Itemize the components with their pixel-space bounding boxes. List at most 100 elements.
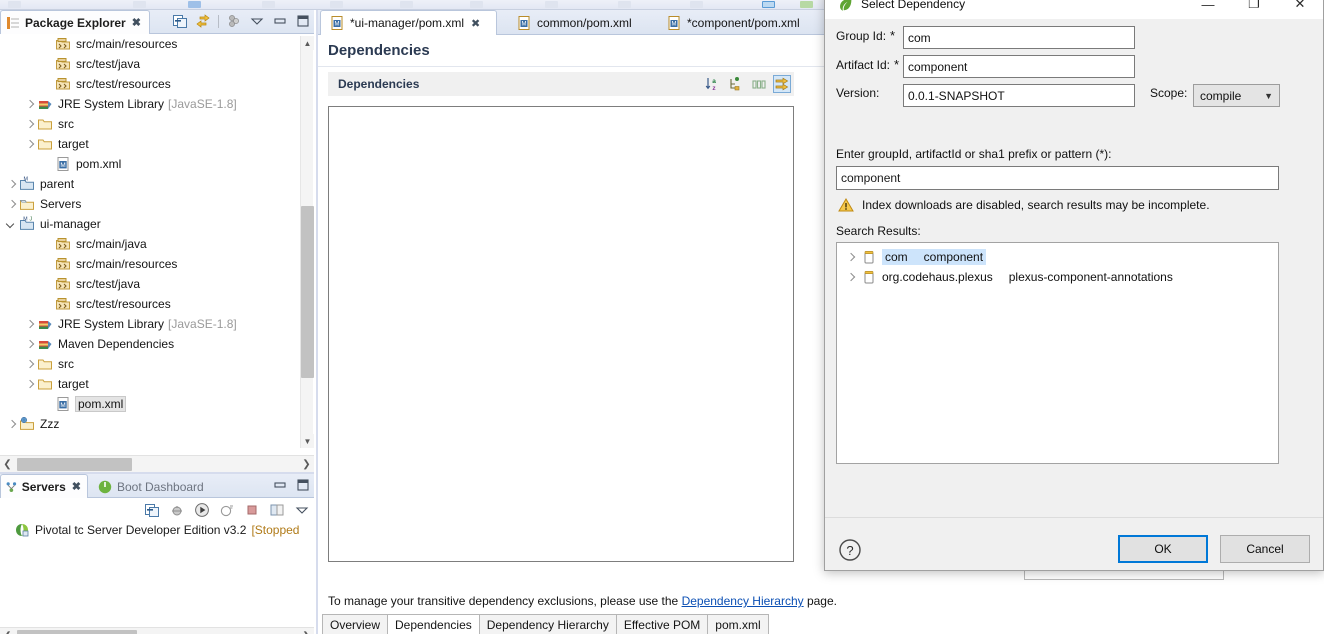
start-server-icon[interactable] [194, 502, 210, 518]
collapse-all-icon[interactable] [172, 13, 188, 29]
tree-item-pom-xml[interactable]: Mpom.xml [0, 394, 314, 414]
collapse-all-icon[interactable] [144, 502, 160, 518]
servers-list[interactable]: Pivotal tc Server Developer Edition v3.2… [0, 520, 314, 624]
maximize-icon[interactable] [295, 477, 311, 493]
scroll-left-arrow[interactable]: ❮ [0, 628, 15, 634]
toolbar-chip[interactable] [330, 1, 343, 8]
ok-button[interactable]: OK [1118, 535, 1208, 563]
tab-pom-xml[interactable]: pom.xml [707, 614, 769, 634]
tree-item-pom-xml[interactable]: Mpom.xml [0, 154, 314, 174]
tree-horizontal-scrollbar[interactable]: ❮ ❯ [0, 455, 314, 472]
chevron-right-icon[interactable] [24, 379, 35, 390]
view-menu-chevron-down-icon[interactable] [294, 502, 310, 518]
editor-tab-component-pom[interactable]: M *component/pom.xml [658, 10, 823, 35]
tree-item-zzz[interactable]: Zzz [0, 414, 314, 434]
tree-item-maven-dependencies[interactable]: Maven Dependencies [0, 334, 314, 354]
tab-servers[interactable]: Servers ✖ [0, 474, 88, 498]
tree-item-src-main-java[interactable]: src/main/java [0, 234, 314, 254]
tree-item-src-test-java[interactable]: src/test/java [0, 274, 314, 294]
tree-item-src-test-java[interactable]: src/test/java [0, 54, 314, 74]
group-id-input[interactable]: com [903, 26, 1135, 49]
chevron-right-icon[interactable] [6, 179, 17, 190]
toolbar-chip[interactable] [133, 1, 146, 8]
tree-item-jre-system-library[interactable]: JRE System Library [JavaSE-1.8] [0, 314, 314, 334]
tree-item-target[interactable]: target [0, 134, 314, 154]
tree-item-src-main-resources[interactable]: src/main/resources [0, 34, 314, 54]
toolbar-chip[interactable] [8, 1, 21, 8]
columns-view-icon[interactable] [751, 76, 767, 92]
chevron-right-icon[interactable] [24, 119, 35, 130]
dialog-titlebar[interactable]: Select Dependency — ❐ ✕ [825, 0, 1323, 19]
chevron-right-icon[interactable] [845, 272, 856, 283]
search-result-row[interactable]: org.codehaus.plexus plexus-component-anno… [837, 267, 1278, 287]
servers-horizontal-scrollbar[interactable]: ❮ ❯ [0, 627, 314, 634]
dependency-hierarchy-link[interactable]: Dependency Hierarchy [682, 594, 804, 608]
tab-overview[interactable]: Overview [322, 614, 389, 634]
toolbar-chip[interactable] [400, 1, 413, 8]
tree-item-src-main-resources[interactable]: src/main/resources [0, 254, 314, 274]
chevron-right-icon[interactable] [24, 139, 35, 150]
tree-item-src-test-resources[interactable]: src/test/resources [0, 74, 314, 94]
tab-boot-dashboard[interactable]: Boot Dashboard [92, 474, 222, 498]
version-input[interactable]: 0.0.1-SNAPSHOT [903, 84, 1135, 107]
package-explorer-tree[interactable]: src/main/resources src/test/java src/test/… [0, 34, 314, 450]
chevron-right-icon[interactable] [845, 252, 856, 263]
close-icon[interactable]: ✖ [471, 17, 480, 30]
chevron-right-icon[interactable] [6, 199, 17, 210]
help-button[interactable]: ? [838, 538, 862, 565]
tab-effective-pom[interactable]: Effective POM [615, 614, 709, 634]
tree-item-target[interactable]: target [0, 374, 314, 394]
tree-item-src-test-resources[interactable]: src/test/resources [0, 294, 314, 314]
flat-tree-toggle-icon[interactable] [773, 75, 791, 93]
scrollbar-thumb[interactable] [17, 630, 137, 634]
close-icon[interactable]: ✖ [72, 480, 81, 493]
server-list-item[interactable]: Pivotal tc Server Developer Edition v3.2… [0, 520, 314, 540]
search-result-row[interactable]: com component [837, 247, 1278, 267]
tab-dependencies[interactable]: Dependencies [387, 614, 480, 634]
minimize-icon[interactable] [272, 477, 288, 493]
tree-item-parent[interactable]: Mparent [0, 174, 314, 194]
minimize-icon[interactable]: — [1185, 0, 1231, 19]
scroll-left-arrow[interactable]: ❮ [0, 456, 15, 473]
view-menu-dots-icon[interactable] [226, 13, 242, 29]
scroll-up-arrow[interactable]: ▲ [301, 36, 314, 50]
view-menu-chevron-down-icon[interactable] [249, 13, 265, 29]
toolbar-chip[interactable] [545, 1, 558, 8]
search-results-list[interactable]: com component org.codehaus.plexus plexus-co… [836, 242, 1279, 464]
toolbar-chip[interactable] [618, 1, 631, 8]
tree-item-jre-system-library[interactable]: JRE System Library [JavaSE-1.8] [0, 94, 314, 114]
toolbar-chip[interactable] [262, 1, 275, 8]
editor-tab-ui-manager-pom[interactable]: M *ui-manager/pom.xml ✖ [320, 10, 497, 35]
scope-select[interactable]: compile ▼ [1193, 84, 1280, 107]
tree-item-ui-manager[interactable]: M Jui-manager [0, 214, 314, 234]
scrollbar-thumb[interactable] [17, 458, 132, 471]
sort-alphabetical-icon[interactable]: a z [705, 76, 721, 92]
scroll-right-arrow[interactable]: ❯ [299, 456, 314, 473]
chevron-down-icon[interactable] [6, 219, 17, 230]
tree-vertical-scrollbar[interactable]: ▲ ▼ [300, 36, 314, 448]
maximize-icon[interactable]: ❐ [1231, 0, 1277, 19]
search-input[interactable]: component [836, 166, 1279, 190]
tab-dependency-hierarchy[interactable]: Dependency Hierarchy [478, 614, 617, 634]
chevron-right-icon[interactable] [24, 99, 35, 110]
tree-item-src[interactable]: src [0, 114, 314, 134]
toolbar-chip[interactable] [690, 1, 703, 8]
toolbar-chip-selected[interactable] [762, 1, 775, 8]
tab-package-explorer[interactable]: Package Explorer ✖ [0, 10, 150, 34]
maximize-icon[interactable] [295, 13, 311, 29]
chevron-right-icon[interactable] [24, 319, 35, 330]
hierarchy-filter-icon[interactable] [728, 76, 744, 92]
scroll-down-arrow[interactable]: ▼ [301, 434, 314, 448]
toolbar-chip[interactable] [188, 1, 201, 8]
chevron-right-icon[interactable] [24, 339, 35, 350]
editor-tab-common-pom[interactable]: M common/pom.xml [508, 10, 653, 35]
scroll-right-arrow[interactable]: ❯ [299, 628, 314, 634]
scrollbar-thumb[interactable] [301, 206, 314, 378]
chevron-right-icon[interactable] [24, 359, 35, 370]
close-icon[interactable]: ✕ [1277, 0, 1323, 19]
minimize-icon[interactable] [272, 13, 288, 29]
tree-item-servers[interactable]: Servers [0, 194, 314, 214]
chevron-right-icon[interactable] [6, 419, 17, 430]
dependencies-list[interactable] [328, 106, 794, 562]
toolbar-chip[interactable] [470, 1, 483, 8]
